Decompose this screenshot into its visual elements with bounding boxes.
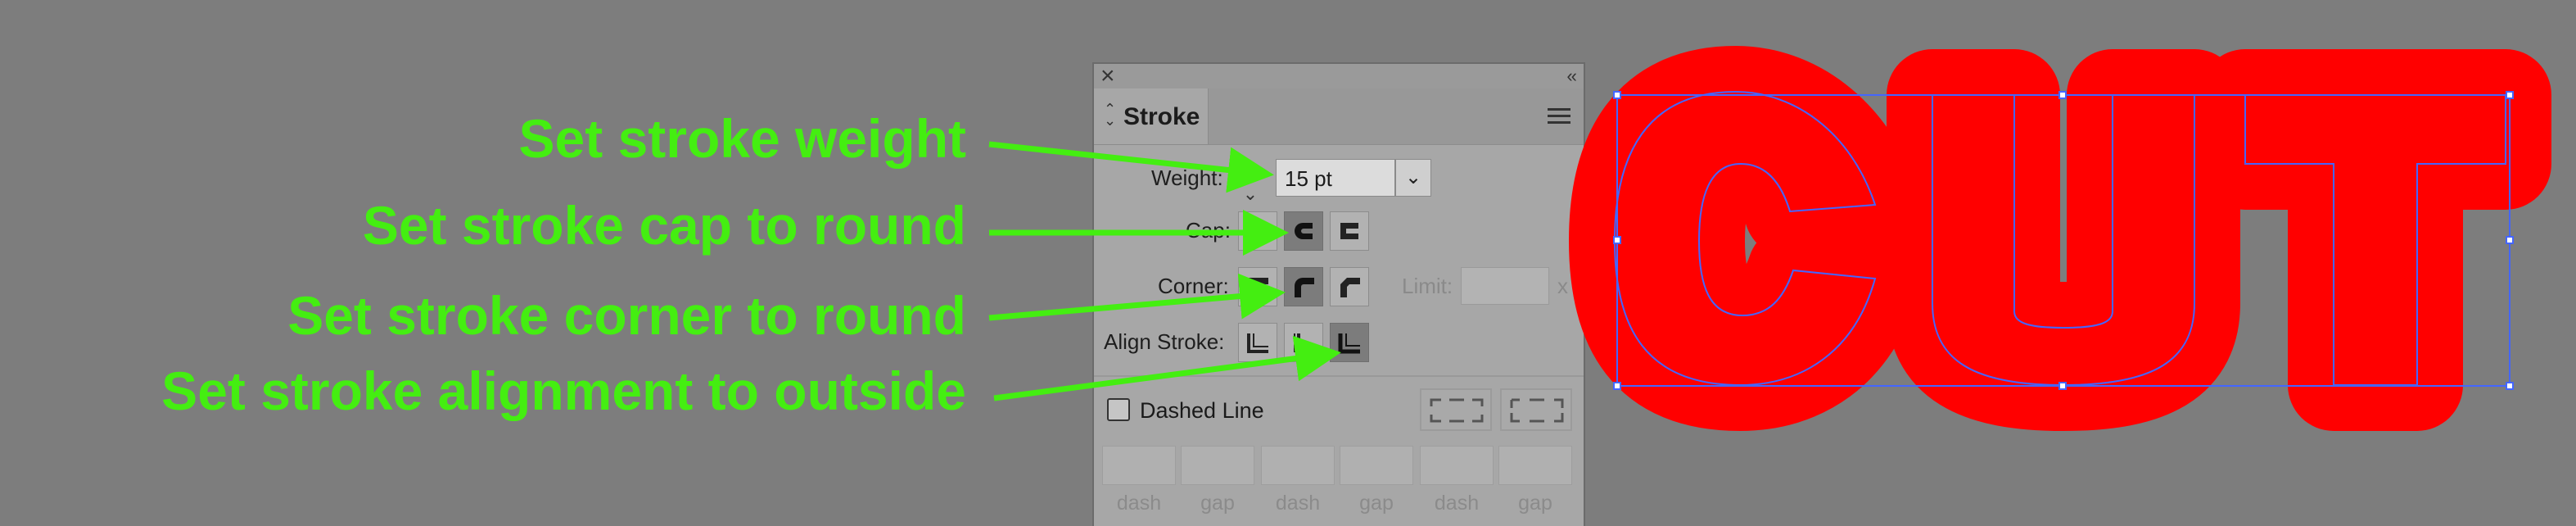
artwork-canvas bbox=[1569, 46, 2551, 431]
cut-text-artwork[interactable] bbox=[1569, 46, 2551, 431]
stage: Set stroke weight Set stroke cap to roun… bbox=[0, 0, 2576, 526]
